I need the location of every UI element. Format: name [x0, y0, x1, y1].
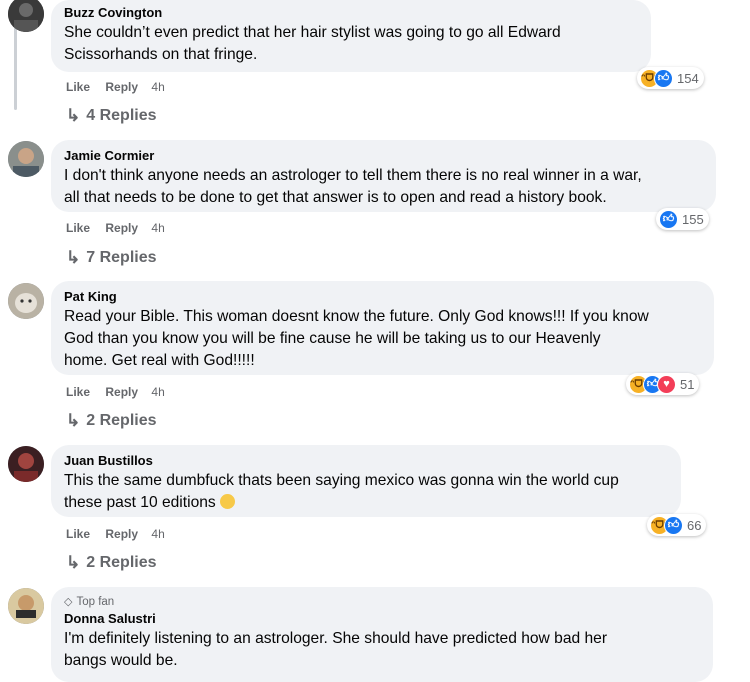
avatar[interactable] — [8, 446, 44, 482]
reply-button[interactable]: Reply — [105, 385, 138, 399]
avatar[interactable] — [8, 0, 44, 32]
comment-text-line: Scissorhands on that fringe. — [64, 46, 258, 63]
comment-bubble: ◇ Top fan Donna Salustri I'm definitely l… — [51, 587, 713, 682]
reaction-count: 154 — [677, 70, 699, 86]
comment-text: these past 10 editions — [64, 494, 216, 511]
replies-label: 4 Replies — [86, 107, 157, 124]
reaction-summary[interactable]: ᵔᗜᵔ 👍︎ 154 — [637, 67, 704, 89]
love-reaction-icon: ♥ — [657, 374, 676, 394]
comment-text-line: home. Get real with God!!!!! — [64, 352, 255, 369]
pleading-face-emoji-icon — [219, 494, 235, 509]
comment-author[interactable]: Donna Salustri — [64, 610, 701, 628]
comment-text-line: I'm definitely listening to an astrologe… — [64, 630, 608, 647]
like-reaction-icon: 👍︎ — [664, 515, 683, 535]
comment-bubble: Jamie Cormier I don't think anyone needs… — [51, 140, 716, 212]
comment-actions: Like Reply 4h — [66, 221, 177, 235]
replies-label: 7 Replies — [86, 249, 157, 266]
reaction-summary[interactable]: ᵔᗜᵔ 👍︎ 66 — [647, 514, 707, 536]
comment-author[interactable]: Pat King — [64, 288, 702, 306]
comment-author[interactable]: Juan Bustillos — [64, 452, 669, 470]
comment-text-line: This the same dumbfuck thats been saying… — [64, 472, 619, 489]
comment-timestamp[interactable]: 4h — [151, 221, 164, 235]
reaction-summary[interactable]: 👍︎ 155 — [656, 208, 709, 230]
comment-bubble: Juan Bustillos This the same dumbfuck th… — [51, 445, 681, 517]
comment-author[interactable]: Jamie Cormier — [64, 147, 704, 165]
comment-text-line: these past 10 editions — [64, 492, 669, 514]
like-button[interactable]: Like — [66, 385, 90, 399]
like-reaction-icon: 👍︎ — [659, 209, 678, 229]
reply-arrow-icon: ↳ — [66, 553, 81, 572]
like-reaction-icon: 👍︎ — [654, 68, 673, 88]
view-replies-button[interactable]: ↳ 2 Replies — [66, 553, 157, 573]
comment-author[interactable]: Buzz Covington — [64, 4, 639, 22]
diamond-icon: ◇ — [64, 596, 73, 608]
like-button[interactable]: Like — [66, 80, 90, 94]
avatar[interactable] — [8, 141, 44, 177]
reply-arrow-icon: ↳ — [66, 248, 81, 267]
reaction-count: 66 — [687, 517, 702, 533]
comment-text-line: Read your Bible. This woman doesnt know … — [64, 308, 649, 325]
comment-text-line: bangs would be. — [64, 652, 178, 669]
reply-button[interactable]: Reply — [105, 527, 138, 541]
comment-actions: Like Reply 4h — [66, 80, 177, 94]
top-fan-badge[interactable]: ◇ Top fan — [64, 594, 701, 610]
reply-button[interactable]: Reply — [105, 80, 138, 94]
view-replies-button[interactable]: ↳ 7 Replies — [66, 248, 157, 268]
comment-timestamp[interactable]: 4h — [151, 527, 164, 541]
view-replies-button[interactable]: ↳ 2 Replies — [66, 411, 157, 431]
comment-actions: Like Reply 4h — [66, 385, 177, 399]
reaction-count: 51 — [680, 376, 695, 392]
comment-text-line: I don't think anyone needs an astrologer… — [64, 167, 642, 184]
replies-label: 2 Replies — [86, 412, 157, 429]
view-replies-button[interactable]: ↳ 4 Replies — [66, 106, 157, 126]
reply-arrow-icon: ↳ — [66, 411, 81, 430]
comment-actions: Like Reply 4h — [66, 527, 177, 541]
comment-text-line: all that needs to be done to get that an… — [64, 189, 607, 206]
comment-text-line: She couldn’t even predict that her hair … — [64, 24, 561, 41]
comment-text-line: God than you know you will be fine cause… — [64, 330, 601, 347]
reply-button[interactable]: Reply — [105, 221, 138, 235]
comment-bubble: Pat King Read your Bible. This woman doe… — [51, 281, 714, 375]
replies-label: 2 Replies — [86, 554, 157, 571]
reaction-count: 155 — [682, 211, 704, 227]
avatar[interactable] — [8, 588, 44, 624]
like-button[interactable]: Like — [66, 221, 90, 235]
comment-timestamp[interactable]: 4h — [151, 80, 164, 94]
like-button[interactable]: Like — [66, 527, 90, 541]
comment-timestamp[interactable]: 4h — [151, 385, 164, 399]
reaction-summary[interactable]: ᵔᗜᵔ 👍︎ ♥ 51 — [626, 373, 700, 395]
comment-bubble: Buzz Covington She couldn’t even predict… — [51, 0, 651, 72]
reply-arrow-icon: ↳ — [66, 106, 81, 125]
top-fan-label: Top fan — [76, 596, 115, 608]
avatar[interactable] — [8, 283, 44, 319]
